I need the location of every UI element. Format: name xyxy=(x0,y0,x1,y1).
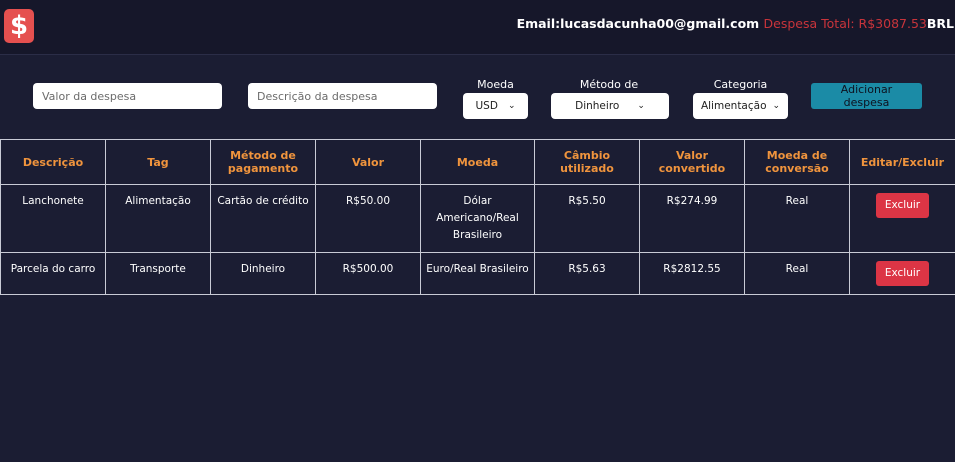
category-label: Categoria xyxy=(713,78,768,91)
chevron-down-icon: ⌄ xyxy=(772,101,781,111)
cell-metodo: Dinheiro xyxy=(210,252,316,295)
delete-button[interactable]: Excluir xyxy=(875,193,930,218)
cell-metodo: Cartão de crédito xyxy=(210,184,316,253)
cell-convertido: R$274.99 xyxy=(639,184,745,253)
currency-selected-value: USD xyxy=(475,100,498,112)
payment-method-select[interactable]: Dinheiro ⌄ xyxy=(551,93,669,119)
cell-conversao: Real xyxy=(744,252,850,295)
cell-tag: Transporte xyxy=(105,252,211,295)
header-tag: Tag xyxy=(105,139,211,185)
cell-valor: R$500.00 xyxy=(315,252,421,295)
cell-cambio: R$5.63 xyxy=(534,252,640,295)
cell-convertido: R$2812.55 xyxy=(639,252,745,295)
chevron-down-icon: ⌄ xyxy=(507,101,516,111)
header-acoes: Editar/Excluir xyxy=(849,139,955,185)
add-expense-button[interactable]: Adicionar despesa xyxy=(811,83,922,109)
cell-valor: R$50.00 xyxy=(315,184,421,253)
currency-label: Moeda xyxy=(477,78,514,91)
currency-select[interactable]: USD ⌄ xyxy=(463,93,528,119)
expense-form: Moeda USD ⌄ Método de pagamento Dinheiro… xyxy=(0,0,955,140)
cell-descricao: Parcela do carro xyxy=(0,252,106,295)
cell-moeda: Euro/Real Brasileiro xyxy=(420,252,535,295)
cell-conversao: Real xyxy=(744,184,850,253)
table-row: Parcela do carro Transporte Dinheiro R$5… xyxy=(0,252,955,295)
cell-acoes: Excluir xyxy=(849,184,955,253)
header-cambio: Câmbio utilizado xyxy=(534,139,640,185)
expense-value-input[interactable] xyxy=(33,83,222,109)
category-select[interactable]: Alimentação ⌄ xyxy=(693,93,788,119)
expenses-table: Descrição Tag Método de pagamento Valor … xyxy=(0,139,955,295)
payment-selected-value: Dinheiro xyxy=(575,100,620,112)
table-row: Lanchonete Alimentação Cartão de crédito… xyxy=(0,184,955,253)
cell-moeda: Dólar Americano/Real Brasileiro xyxy=(420,184,535,253)
header-convertido: Valor convertido xyxy=(639,139,745,185)
header-descricao: Descrição xyxy=(0,139,106,185)
cell-descricao: Lanchonete xyxy=(0,184,106,253)
cell-cambio: R$5.50 xyxy=(534,184,640,253)
header-conversao: Moeda de conversão xyxy=(744,139,850,185)
header-moeda: Moeda xyxy=(420,139,535,185)
cell-tag: Alimentação xyxy=(105,184,211,253)
expense-description-input[interactable] xyxy=(248,83,437,109)
header-valor: Valor xyxy=(315,139,421,185)
delete-button[interactable]: Excluir xyxy=(875,261,930,286)
header-metodo: Método de pagamento xyxy=(210,139,316,185)
chevron-down-icon: ⌄ xyxy=(637,101,645,111)
cell-acoes: Excluir xyxy=(849,252,955,295)
category-selected-value: Alimentação xyxy=(700,100,767,112)
table-header-row: Descrição Tag Método de pagamento Valor … xyxy=(0,139,955,185)
